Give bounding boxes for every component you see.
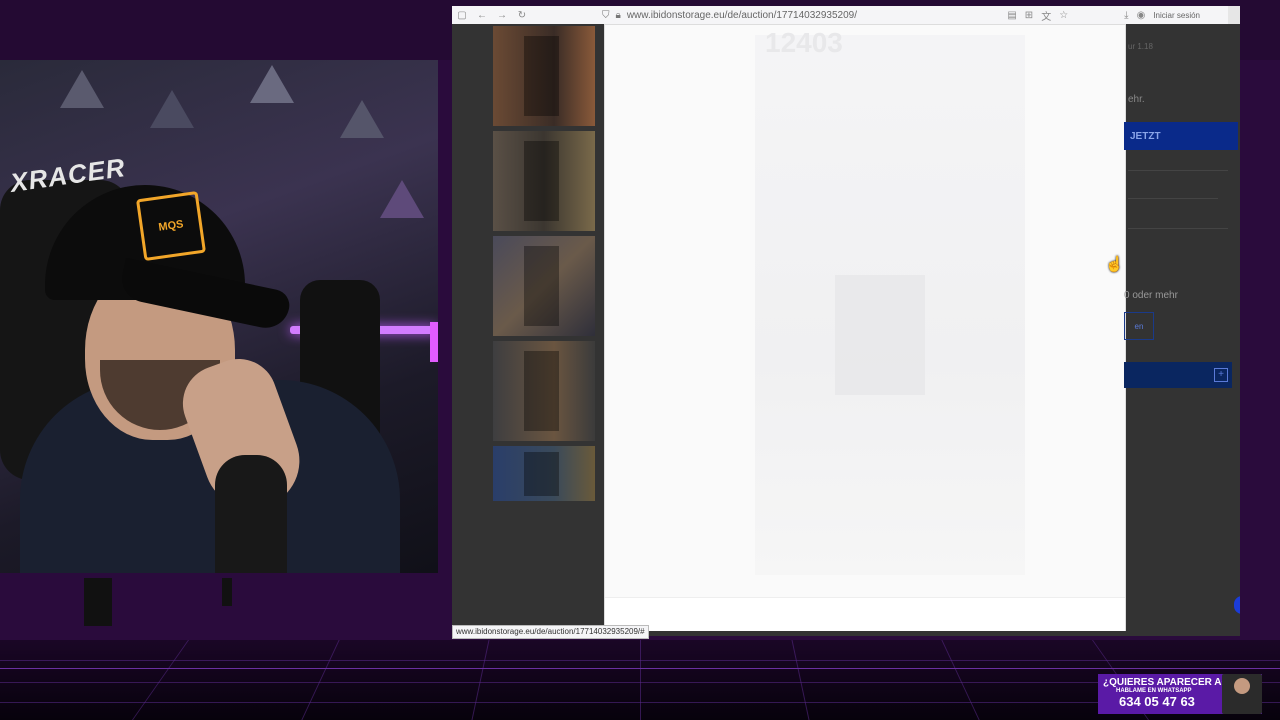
reload-icon[interactable]: ↻: [512, 10, 532, 21]
bid-increment-text: 0 oder mehr: [1124, 290, 1178, 301]
bid-now-button[interactable]: JETZT: [1124, 122, 1238, 150]
info-text: ehr.: [1128, 94, 1145, 105]
image-lightbox[interactable]: 12403: [604, 24, 1126, 631]
shield-icon: ⛉: [602, 9, 610, 21]
thumbnail-image[interactable]: [493, 341, 595, 441]
account-icon[interactable]: ◉: [1137, 10, 1146, 21]
microphone: [215, 455, 287, 573]
save-icon[interactable]: ⊞: [1025, 10, 1033, 21]
signin-button[interactable]: Iniciar sesión: [1153, 11, 1200, 20]
forward-icon[interactable]: →: [492, 10, 512, 21]
url-text: www.ibidonstorage.eu/de/auction/17714032…: [626, 9, 858, 21]
decor-block: [84, 578, 112, 626]
wall-panel: [380, 180, 424, 218]
wall-panel: [340, 100, 384, 138]
lock-icon: 🔒︎: [615, 9, 621, 21]
back-icon[interactable]: ←: [472, 10, 492, 21]
text-line: [1128, 228, 1228, 229]
wall-panel: [150, 90, 194, 128]
webcam-feed: XRACER MQS: [0, 60, 438, 573]
window-edge: [1228, 6, 1240, 24]
tabs-icon[interactable]: ▢: [452, 10, 472, 21]
thumbnail-image[interactable]: [493, 131, 595, 231]
unit-number: 12403: [765, 27, 843, 58]
thumbnail-list: [493, 26, 595, 506]
download-icon[interactable]: ⤓: [1124, 10, 1128, 21]
lightbox-footer: [605, 597, 1125, 631]
thumbnail-image[interactable]: [493, 236, 595, 336]
thumbnail-image[interactable]: [493, 446, 595, 501]
promo-avatar: [1222, 674, 1262, 714]
price-text: ur 1.18: [1128, 42, 1153, 51]
neon-accent: [430, 322, 438, 362]
cap-logo: MQS: [135, 190, 207, 262]
text-line: [1128, 170, 1228, 171]
text-line: [1128, 198, 1218, 199]
small-action-button[interactable]: en: [1124, 312, 1154, 340]
wall-panel: [250, 65, 294, 103]
wall-panel: [60, 70, 104, 108]
status-bar-url: www.ibidonstorage.eu/de/auction/17714032…: [452, 625, 649, 639]
thumbnail-image[interactable]: [493, 26, 595, 126]
browser-window: ▢ ← → ↻ ⛉ 🔒︎ www.ibidonstorage.eu/de/auc…: [452, 6, 1240, 636]
lightbox-photo-detail: [835, 275, 925, 395]
plus-icon[interactable]: +: [1214, 368, 1228, 382]
star-icon[interactable]: ☆: [1059, 10, 1068, 21]
translate-icon[interactable]: 文: [1041, 8, 1051, 23]
neon-grid-floor: [0, 640, 1280, 720]
reader-icon[interactable]: ▤: [1007, 10, 1016, 21]
hand-cursor-icon: ☝: [1105, 256, 1124, 273]
promo-avatar-face: [1234, 678, 1250, 694]
browser-toolbar: ▢ ← → ↻ ⛉ 🔒︎ www.ibidonstorage.eu/de/auc…: [452, 6, 1240, 24]
toolbar-actions: ▤ ⊞ 文 ☆ ⤓ ◉ Iniciar sesión: [1007, 8, 1200, 23]
floor-horizon-line: [0, 668, 1280, 669]
decor-block: [222, 578, 232, 606]
